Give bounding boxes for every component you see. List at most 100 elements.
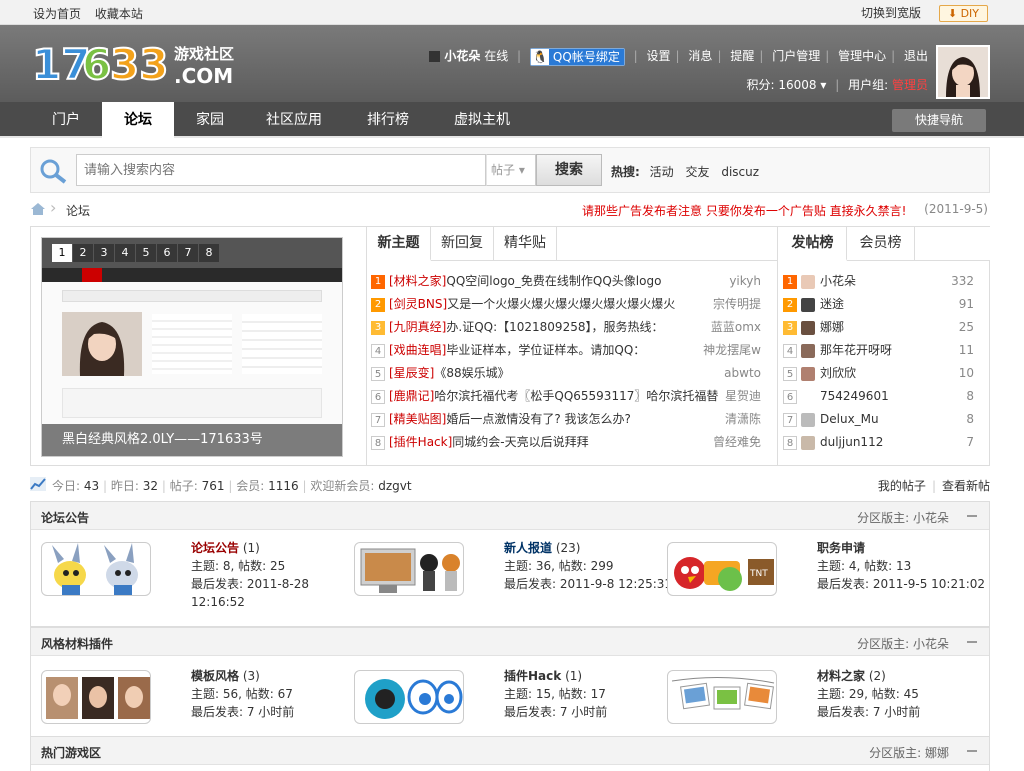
thread-author[interactable]: 清潇陈	[725, 408, 761, 430]
group-value[interactable]: 管理员	[892, 78, 928, 92]
nav-forum[interactable]: 论坛	[102, 102, 174, 138]
thread-author[interactable]: 蓝蓝omx	[711, 316, 761, 338]
slide-page-button[interactable]: 7	[178, 244, 198, 262]
tab-member-rank[interactable]: 会员榜	[847, 227, 915, 261]
forum-item[interactable]: 新人报道 (23) 主题: 36, 帖数: 299 最后发表: 2011-9-8…	[344, 530, 672, 622]
thread-category[interactable]: [精美贴图]	[389, 412, 446, 426]
forum-name[interactable]: 新人报道	[504, 541, 552, 555]
search-button[interactable]: 搜索	[536, 154, 602, 186]
slide-page-button[interactable]: 6	[157, 244, 177, 262]
rank-item[interactable]: 2 迷途 91	[779, 293, 990, 316]
slide-page-button[interactable]: 4	[115, 244, 135, 262]
thread-category[interactable]: [戏曲连唱]	[389, 343, 446, 357]
rank-item[interactable]: 5 刘欣欣 10	[779, 362, 990, 385]
new-posts-link[interactable]: 查看新帖	[942, 479, 990, 493]
points-value[interactable]: 16008	[778, 78, 816, 92]
nav-rankings[interactable]: 排行榜	[342, 102, 434, 138]
diy-button[interactable]: ⬇ DIY	[938, 5, 988, 22]
newest-member-link[interactable]: dzgvt	[378, 479, 411, 493]
rank-name[interactable]: 小花朵	[820, 274, 856, 288]
slide-page-button[interactable]: 8	[199, 244, 219, 262]
forum-icon-eyes[interactable]	[354, 670, 464, 724]
collapse-icon[interactable]	[967, 641, 977, 643]
forum-icon-photos[interactable]	[667, 670, 777, 724]
slideshow[interactable]: 12345678 黑白经典风格2.0LY——171633号	[41, 237, 343, 457]
thread-item[interactable]: 2 [剑灵BNS]又是一个火爆火爆火爆火爆火爆火爆火爆火 宗传明提	[367, 293, 777, 315]
forum-last-post[interactable]: 最后发表: 7 小时前	[191, 703, 294, 721]
rank-name[interactable]: duljjun112	[820, 435, 883, 449]
tab-new-threads[interactable]: 新主题	[367, 227, 431, 261]
hot-search-link[interactable]: 活动	[650, 165, 674, 179]
forum-icon-angry-birds[interactable]: TNT	[667, 542, 777, 596]
collapse-icon[interactable]	[967, 515, 977, 517]
thread-item[interactable]: 4 [戏曲连唱]毕业证样本，学位证样本。请加QQ： 神龙摆尾w	[367, 339, 777, 361]
hot-search-link[interactable]: discuz	[721, 165, 759, 179]
forum-name[interactable]: 插件Hack	[504, 669, 561, 683]
rank-item[interactable]: 7 Delux_Mu 8	[779, 408, 990, 431]
points-dropdown-icon[interactable]: ▾	[820, 78, 826, 92]
forum-name[interactable]: 职务申请	[817, 541, 865, 555]
thread-title[interactable]: 哈尔滨托福代考〖松手QQ65593117〗哈尔滨托福替	[434, 389, 718, 403]
tab-digest[interactable]: 精华贴	[494, 227, 557, 261]
set-home-link[interactable]: 设为首页	[33, 7, 81, 21]
thread-category[interactable]: [材料之家]	[389, 274, 446, 288]
thread-author[interactable]: abwto	[724, 362, 761, 384]
bookmark-link[interactable]: 收藏本站	[95, 7, 143, 21]
forum-last-post[interactable]: 最后发表: 2011-9-8 12:25:31	[504, 575, 672, 593]
settings-link[interactable]: 设置	[647, 49, 671, 63]
my-posts-link[interactable]: 我的帖子	[878, 479, 926, 493]
thread-author[interactable]: 星贺迪	[725, 385, 761, 407]
rank-name[interactable]: 那年花开呀呀	[820, 343, 892, 357]
thread-author[interactable]: 宗传明提	[713, 293, 761, 315]
search-scope-select[interactable]: 帖子 ▾	[486, 154, 536, 186]
thread-author[interactable]: 曾经难免	[713, 431, 761, 453]
thread-author[interactable]: 神龙摆尾w	[703, 339, 761, 361]
slide-page-button[interactable]: 3	[94, 244, 114, 262]
qq-bind-button[interactable]: 🐧 QQ帐号绑定	[529, 47, 625, 66]
slide-page-button[interactable]: 2	[73, 244, 93, 262]
thread-item[interactable]: 7 [精美贴图]婚后一点激情没有了? 我该怎么办? 清潇陈	[367, 408, 777, 430]
online-status[interactable]: 在线	[484, 49, 508, 63]
forum-item[interactable]: 论坛公告 (1) 主题: 8, 帖数: 25 最后发表: 2011-8-28 1…	[31, 530, 351, 622]
quick-nav-button[interactable]: 快捷导航	[892, 109, 986, 132]
rank-item[interactable]: 1 小花朵 332	[779, 270, 990, 293]
thread-title[interactable]: 又是一个火爆火爆火爆火爆火爆火爆火爆火	[447, 297, 675, 311]
nav-home[interactable]: 家园	[174, 102, 246, 138]
forum-item[interactable]: TNT 职务申请 主题: 4, 帖数: 13 最后发表: 2011-9-5 10…	[657, 530, 985, 622]
thread-category[interactable]: [鹿鼎记]	[389, 389, 434, 403]
thread-category[interactable]: [剑灵BNS]	[389, 297, 447, 311]
logout-link[interactable]: 退出	[904, 49, 928, 63]
thread-title[interactable]: 同城约会-天亮以后说拜拜	[452, 435, 588, 449]
thread-item[interactable]: 8 [插件Hack]同城约会-天亮以后说拜拜 曾经难免	[367, 431, 777, 453]
thread-item[interactable]: 3 [九阴真经]办.证QQ:【1021809258】，服务热线： 蓝蓝omx	[367, 316, 777, 338]
search-input[interactable]	[76, 154, 486, 186]
forum-last-post[interactable]: 最后发表: 7 小时前	[817, 703, 920, 721]
thread-title[interactable]: 婚后一点激情没有了? 我该怎么办?	[446, 412, 631, 426]
section-header[interactable]: 风格材料插件 分区版主: 小花朵	[31, 628, 989, 656]
forum-icon-cartoon-bunnies[interactable]	[41, 542, 151, 596]
section-header[interactable]: 论坛公告 分区版主: 小花朵	[31, 502, 989, 530]
forum-icon-faces[interactable]	[41, 670, 151, 724]
forum-last-post[interactable]: 最后发表: 7 小时前	[504, 703, 607, 721]
rank-item[interactable]: 3 娜娜 25	[779, 316, 990, 339]
home-icon[interactable]	[30, 202, 46, 216]
forum-name[interactable]: 论坛公告	[191, 541, 239, 555]
thread-category[interactable]: [插件Hack]	[389, 435, 452, 449]
rank-item[interactable]: 6 754249601 8	[779, 385, 990, 408]
section-header[interactable]: 热门游戏区 分区版主: 娜娜	[31, 737, 989, 765]
slide-page-button[interactable]: 5	[136, 244, 156, 262]
site-logo[interactable]: 17 6 33 游戏社区 .COM	[32, 35, 246, 91]
section-title[interactable]: 论坛公告	[41, 509, 89, 526]
switch-wide-link[interactable]: 切换到宽版	[861, 6, 921, 20]
thread-title[interactable]: QQ空间logo_免费在线制作QQ头像logo	[446, 274, 661, 288]
thread-title[interactable]: 《88娱乐城》	[434, 366, 509, 380]
slide-page-button[interactable]: 1	[52, 244, 72, 262]
nav-virtual-host[interactable]: 虚拟主机	[434, 102, 530, 138]
section-title[interactable]: 风格材料插件	[41, 635, 113, 652]
messages-link[interactable]: 消息	[688, 49, 712, 63]
portal-admin-link[interactable]: 门户管理	[772, 49, 820, 63]
tab-post-rank[interactable]: 发帖榜	[779, 227, 847, 261]
admin-center-link[interactable]: 管理中心	[838, 49, 886, 63]
rank-item[interactable]: 8 duljjun112 7	[779, 431, 990, 454]
thread-category[interactable]: [九阴真经]	[389, 320, 446, 334]
